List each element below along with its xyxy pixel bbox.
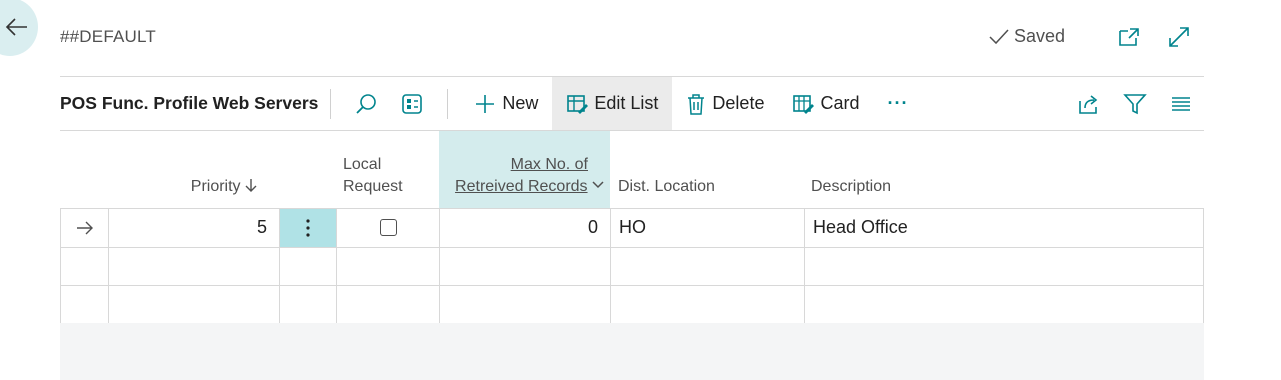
row-indicator[interactable] — [61, 209, 108, 247]
more-options-icon: ··· — [887, 93, 909, 113]
max-records-cell[interactable] — [439, 247, 610, 285]
description-header-label: Description — [811, 178, 892, 195]
row-actions-button[interactable] — [279, 209, 336, 247]
dist-location-cell[interactable] — [610, 286, 804, 324]
list-icon — [1172, 96, 1190, 111]
list-name: POS Func. Profile Web Servers — [60, 93, 319, 113]
search-icon — [356, 93, 377, 114]
max-records-cell[interactable]: 0 — [439, 209, 610, 247]
analysis-mode-button[interactable] — [389, 77, 435, 130]
card-button[interactable]: Card — [778, 77, 873, 130]
row-indicator[interactable] — [61, 286, 108, 324]
description-cell[interactable] — [804, 247, 1203, 285]
filter-icon — [1123, 93, 1147, 114]
list-view-button[interactable] — [1158, 77, 1204, 130]
local-request-cell[interactable] — [336, 286, 439, 324]
table-row[interactable] — [61, 247, 1203, 286]
search-button[interactable] — [343, 77, 389, 130]
priority-cell[interactable]: 5 — [108, 209, 279, 247]
sort-descending-icon — [245, 179, 257, 192]
priority-cell[interactable] — [108, 286, 279, 324]
share-icon — [1079, 94, 1098, 114]
more-options-button[interactable]: ··· — [873, 77, 922, 130]
column-header-local-request[interactable]: Local Request — [336, 131, 439, 208]
local-request-header-line1: Local — [343, 156, 382, 173]
local-request-cell — [336, 209, 439, 247]
column-header-priority[interactable]: Priority — [108, 131, 279, 208]
max-records-header-line2: Retreived Records — [455, 178, 588, 195]
analysis-icon — [402, 93, 423, 114]
action-bar: POS Func. Profile Web Servers New Edit L… — [60, 77, 1204, 130]
dist-location-cell[interactable]: HO — [610, 209, 804, 247]
edit-list-icon — [567, 94, 589, 114]
plus-icon — [476, 94, 495, 113]
checkmark-icon — [989, 28, 1009, 44]
grid-footer-area — [60, 323, 1204, 380]
delete-label: Delete — [712, 93, 765, 113]
saved-label: Saved — [1014, 26, 1066, 46]
new-button[interactable]: New — [460, 77, 552, 130]
dist-location-header-label: Dist. Location — [618, 178, 715, 195]
separator — [330, 88, 332, 119]
new-label: New — [502, 93, 539, 113]
description-cell[interactable]: Head Office — [804, 209, 1203, 247]
priority-cell[interactable] — [108, 247, 279, 285]
saved-status: Saved — [988, 26, 1065, 47]
description-cell[interactable] — [804, 286, 1203, 324]
filter-button[interactable] — [1112, 77, 1158, 130]
column-header-max-records[interactable]: Max No. of Retreived Records — [439, 131, 610, 208]
priority-header-label: Priority — [190, 178, 241, 195]
column-header-description[interactable]: Description — [804, 131, 1204, 208]
trash-icon — [688, 93, 705, 115]
back-button[interactable] — [0, 0, 38, 56]
row-indicator[interactable] — [61, 248, 108, 286]
chevron-down-icon — [592, 181, 604, 189]
card-label: Card — [820, 93, 860, 113]
card-icon — [793, 94, 815, 114]
expand-button[interactable] — [1166, 24, 1192, 50]
local-request-cell[interactable] — [336, 247, 439, 285]
dist-location-cell[interactable] — [610, 247, 804, 285]
edit-list-label: Edit List — [594, 93, 659, 113]
local-request-header-line2: Request — [343, 178, 403, 195]
column-header-dist-location[interactable]: Dist. Location — [610, 131, 804, 208]
vertical-ellipsis-icon — [306, 219, 310, 237]
table-row[interactable]: 5 0 HO Head Office — [61, 209, 1203, 248]
table-row[interactable] — [61, 286, 1203, 325]
open-in-new-window-button[interactable] — [1116, 24, 1142, 50]
max-records-header-line1: Max No. of — [510, 156, 588, 173]
arrow-left-icon — [5, 18, 27, 36]
share-button[interactable] — [1066, 77, 1112, 130]
row-actions-cell[interactable] — [279, 247, 336, 285]
separator — [447, 88, 449, 119]
page-title: ##DEFAULT — [60, 27, 156, 46]
local-request-checkbox[interactable] — [379, 219, 397, 237]
row-actions-cell[interactable] — [279, 286, 336, 324]
open-new-window-icon — [1119, 28, 1139, 46]
arrow-right-icon — [76, 221, 93, 235]
expand-icon — [1169, 27, 1189, 47]
edit-list-button[interactable]: Edit List — [552, 77, 673, 130]
delete-button[interactable]: Delete — [672, 77, 778, 130]
grid-rows: 5 0 HO Head Office — [60, 208, 1204, 325]
max-records-cell[interactable] — [439, 286, 610, 324]
